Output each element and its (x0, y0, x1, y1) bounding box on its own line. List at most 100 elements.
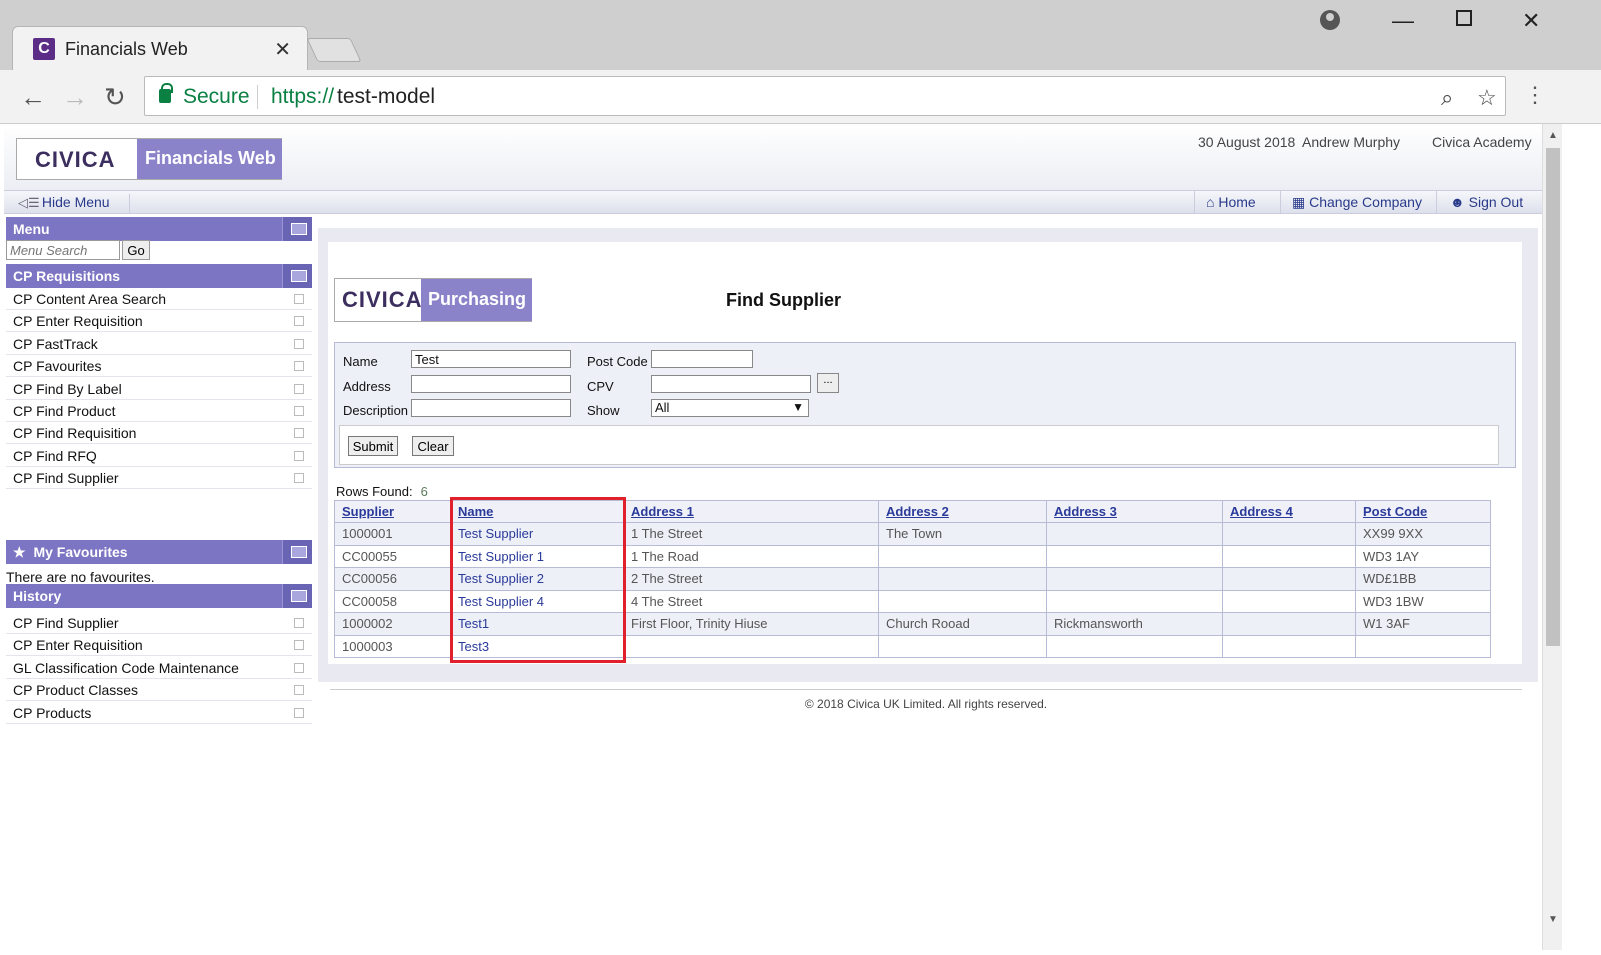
sidebar-item[interactable]: CP Find Supplier (6, 467, 312, 490)
hide-menu-button[interactable]: ◁☰ Hide Menu (18, 194, 130, 214)
back-icon[interactable]: ← (20, 82, 46, 113)
home-link[interactable]: ⌂ Home (1206, 194, 1256, 210)
cpv-browse-button[interactable]: ... (817, 373, 839, 393)
page: CIVICA Financials Web 30 August 2018 And… (4, 124, 1542, 950)
submit-button[interactable]: Submit (348, 436, 398, 456)
scroll-thumb[interactable] (1546, 148, 1560, 646)
description-input[interactable] (411, 399, 571, 417)
open-external-icon[interactable] (294, 450, 304, 461)
my-favourites-header: ★ My Favourites (6, 540, 312, 564)
sign-out-link[interactable]: ☻ Sign Out (1450, 194, 1523, 210)
open-external-icon[interactable] (294, 338, 304, 349)
open-external-icon[interactable] (294, 316, 304, 327)
new-tab-button[interactable] (306, 38, 362, 62)
column-header-name[interactable]: Name (450, 500, 624, 523)
window-close-icon[interactable]: ✕ (1522, 8, 1540, 34)
minimize-icon[interactable]: — (1392, 8, 1414, 34)
collapse-panel-icon[interactable] (282, 264, 312, 288)
post-code-cell: WD3 1AY (1355, 544, 1491, 568)
name-cell[interactable]: Test Supplier 2 (450, 567, 624, 591)
sidebar-item[interactable]: CP Find Requisition (6, 422, 312, 445)
open-external-icon[interactable] (294, 618, 304, 628)
forward-icon[interactable]: → (62, 82, 88, 113)
open-external-icon[interactable] (294, 640, 304, 651)
scroll-up-icon[interactable]: ▲ (1548, 130, 1558, 141)
open-external-icon[interactable] (294, 294, 304, 304)
sidebar-item[interactable]: CP Find Product (6, 400, 312, 422)
browser-tab[interactable]: C Financials Web ✕ (12, 26, 308, 70)
menu-search-input[interactable] (6, 240, 120, 260)
change-company-link[interactable]: ▦ Change Company (1292, 194, 1422, 211)
sidebar-item[interactable]: CP Find By Label (6, 378, 312, 400)
column-header-address-4[interactable]: Address 4 (1222, 500, 1356, 523)
column-header-address-2[interactable]: Address 2 (878, 500, 1047, 523)
purchasing-product-name: Purchasing (421, 279, 532, 321)
history-item[interactable]: CP Find Supplier (6, 612, 312, 634)
open-external-icon[interactable] (294, 428, 304, 439)
show-select[interactable]: All ▼ (651, 399, 809, 417)
column-header-post-code[interactable]: Post Code (1355, 500, 1491, 523)
table-row[interactable]: 1000002 Test1 First Floor, Trinity Hiuse Ch… (334, 612, 1491, 636)
reload-icon[interactable]: ↻ (104, 82, 126, 113)
open-external-icon[interactable] (294, 361, 304, 372)
rows-found-count: 6 (420, 484, 428, 499)
collapse-panel-icon[interactable] (282, 217, 312, 241)
name-cell[interactable]: Test3 (450, 634, 624, 658)
address-1-cell: 1 The Street (623, 522, 879, 546)
browser-menu-icon[interactable]: ⋮ (1524, 82, 1546, 108)
history-item[interactable]: CP Products (6, 702, 312, 724)
sidebar-item[interactable]: CP FastTrack (6, 333, 312, 355)
history-item[interactable]: CP Enter Requisition (6, 634, 312, 657)
scroll-down-icon[interactable]: ▼ (1548, 914, 1558, 925)
open-external-icon[interactable] (294, 685, 304, 696)
supplier-cell: 1000003 (334, 634, 451, 658)
maximize-icon[interactable] (1456, 10, 1472, 26)
open-external-icon[interactable] (294, 707, 304, 718)
open-external-icon[interactable] (294, 406, 304, 416)
menu-item-label: GL Classification Code Maintenance (13, 659, 239, 676)
address-bar[interactable]: Secure https:// test-model ⌕ ☆ (144, 76, 1506, 116)
clear-button[interactable]: Clear (412, 436, 454, 456)
show-selected-value: All (655, 400, 670, 415)
name-cell[interactable]: Test Supplier (450, 522, 624, 546)
column-header-address-1[interactable]: Address 1 (623, 500, 879, 523)
sidebar-item[interactable]: CP Find RFQ (6, 445, 312, 467)
purchasing-logo: CIVICA Purchasing (334, 278, 532, 322)
bookmark-star-icon[interactable]: ☆ (1477, 85, 1497, 111)
open-external-icon[interactable] (294, 383, 304, 394)
profile-icon[interactable] (1320, 10, 1340, 30)
open-external-icon[interactable] (294, 473, 304, 484)
table-row[interactable]: 1000001 Test Supplier 1 The Street The Town… (334, 522, 1491, 546)
history-item[interactable]: CP Product Classes (6, 679, 312, 702)
name-input[interactable] (411, 350, 571, 368)
open-external-icon[interactable] (294, 662, 304, 673)
dropdown-arrow-icon: ▼ (792, 400, 804, 414)
form-button-area: Submit Clear (339, 425, 1499, 465)
column-header-supplier[interactable]: Supplier (334, 500, 451, 523)
address-input[interactable] (411, 375, 571, 393)
table-row[interactable]: 1000003 Test3 (334, 634, 1491, 658)
address-3-cell (1046, 567, 1223, 591)
zoom-icon[interactable]: ⌕ (1441, 85, 1453, 111)
menu-search-go-button[interactable]: Go (122, 240, 150, 260)
table-row[interactable]: CC00056 Test Supplier 22 The Street WD£1BB (334, 567, 1491, 591)
table-row[interactable]: CC00055 Test Supplier 11 The Road WD3 1AY (334, 544, 1491, 568)
history-item[interactable]: GL Classification Code Maintenance (6, 657, 312, 679)
column-header-address-3[interactable]: Address 3 (1046, 500, 1223, 523)
app-menubar: ◁☰ Hide Menu ⌂ Home ▦ Change Company ☻ S… (4, 190, 1542, 214)
name-cell[interactable]: Test1 (450, 612, 624, 636)
cpv-input[interactable] (651, 375, 811, 393)
close-tab-icon[interactable]: ✕ (274, 37, 291, 62)
table-row[interactable]: CC00058 Test Supplier 44 The Street WD3 1B… (334, 589, 1491, 613)
name-cell[interactable]: Test Supplier 1 (450, 544, 624, 568)
sidebar-item[interactable]: CP Enter Requisition (6, 310, 312, 333)
collapse-panel-icon[interactable] (282, 584, 312, 608)
page-scrollbar[interactable]: ▲ ▼ (1542, 124, 1562, 950)
postcode-input[interactable] (651, 350, 753, 368)
sidebar-item[interactable]: CP Favourites (6, 355, 312, 378)
sidebar-item[interactable]: CP Content Area Search (6, 288, 312, 310)
collapse-panel-icon[interactable] (282, 540, 312, 564)
address-4-cell (1222, 634, 1356, 658)
name-cell[interactable]: Test Supplier 4 (450, 589, 624, 613)
address-1-cell: 1 The Road (623, 544, 879, 568)
